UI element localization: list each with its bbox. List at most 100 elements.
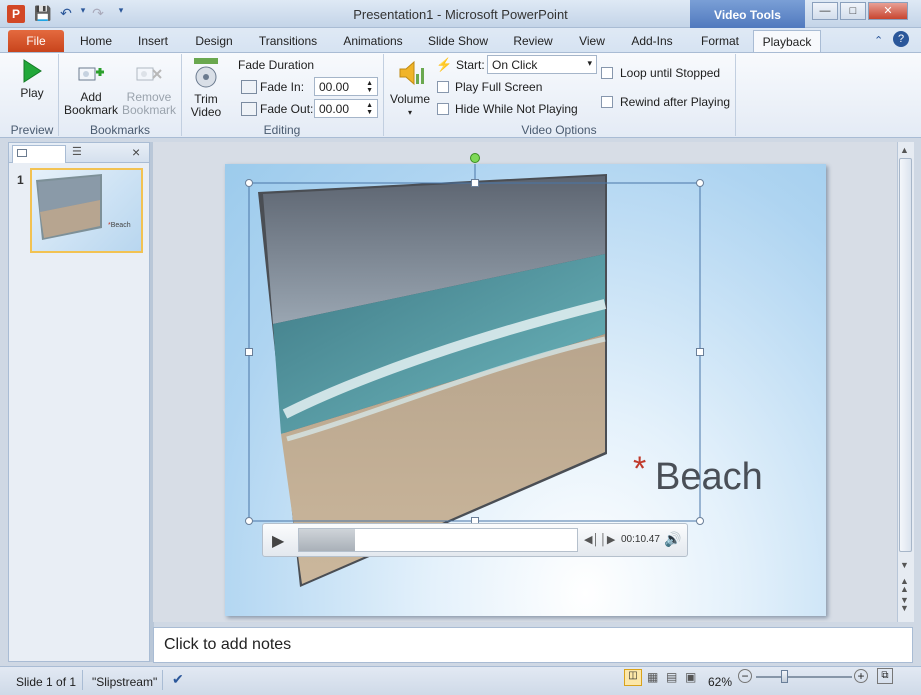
slides-tab-icon (17, 149, 27, 157)
zoom-slider-track[interactable] (756, 676, 852, 678)
normal-view-icon[interactable]: ◫ (624, 669, 642, 686)
tab-animations[interactable]: Animations (336, 30, 410, 52)
help-icon[interactable]: ? (893, 31, 909, 47)
tab-file[interactable]: File (8, 30, 64, 52)
status-separator (82, 670, 83, 690)
resize-handle-top-left[interactable] (245, 179, 253, 187)
tab-review[interactable]: Review (506, 30, 560, 52)
zoom-in-icon[interactable]: + (854, 669, 868, 683)
tab-playback[interactable]: Playback (753, 30, 821, 52)
fade-duration-label: Fade Duration (238, 58, 315, 72)
group-separator (735, 54, 736, 136)
tab-home[interactable]: Home (74, 30, 118, 52)
volume-dropdown-icon: ▾ (407, 108, 412, 117)
tab-transitions[interactable]: Transitions (252, 30, 324, 52)
next-slide-icon[interactable]: ▼ ▼ (900, 596, 909, 613)
tab-design[interactable]: Design (188, 30, 240, 52)
play-icon (23, 59, 42, 83)
play-full-screen-label: Play Full Screen (455, 80, 543, 94)
tab-insert[interactable]: Insert (130, 30, 176, 52)
resize-handle-bottom-right[interactable] (696, 517, 704, 525)
rotate-handle[interactable] (470, 153, 480, 163)
preview-group-label: Preview (10, 123, 54, 137)
fade-in-icon (241, 80, 257, 94)
zoom-slider-thumb[interactable] (781, 670, 788, 683)
rewind-after-playing-label: Rewind after Playing (620, 95, 731, 109)
next-frame-icon[interactable]: │▶ (600, 533, 615, 546)
loop-until-stopped-checkbox[interactable] (601, 67, 613, 79)
volume-button[interactable]: Volume ▾ (388, 56, 432, 119)
outline-tab-icon[interactable]: ☰ (72, 145, 82, 158)
hide-while-not-playing-label: Hide While Not Playing (455, 102, 578, 116)
tab-slide-show[interactable]: Slide Show (422, 30, 494, 52)
notes-pane[interactable]: Click to add notes (153, 627, 913, 663)
title-asterisk: * (633, 450, 647, 488)
play-button[interactable]: Play (14, 58, 50, 100)
zoom-out-icon[interactable]: − (738, 669, 752, 683)
fade-out-field[interactable]: 00.00 ▲ ▼ (314, 99, 378, 118)
fade-in-field[interactable]: 00.00 ▲ ▼ (314, 77, 378, 96)
resize-handle-top-right[interactable] (696, 179, 704, 187)
reading-view-icon[interactable]: ▤ (666, 670, 677, 684)
close-pane-icon[interactable]: × (132, 144, 140, 160)
slide-show-view-icon[interactable]: ▣ (685, 670, 696, 684)
tab-format[interactable]: Format (692, 30, 748, 52)
maximize-button[interactable]: □ (840, 2, 866, 20)
trim-video-button[interactable]: Trim Video (186, 56, 226, 119)
video-progress-fill (299, 529, 355, 551)
spelling-check-icon[interactable]: ✔ (172, 671, 184, 688)
resize-handle-bottom-left[interactable] (245, 517, 253, 525)
remove-bookmark-label: Remove Bookmark (121, 90, 177, 117)
add-bookmark-label: Add Bookmark (63, 90, 119, 117)
resize-handle-right[interactable] (696, 348, 704, 356)
previous-slide-icon[interactable]: ▲ ▲ (900, 577, 909, 594)
zoom-level[interactable]: 62% (708, 675, 732, 689)
minimize-button[interactable]: — (812, 2, 838, 20)
remove-bookmark-icon (136, 67, 162, 81)
collapse-ribbon-icon[interactable]: ⌃ (874, 34, 883, 47)
play-label: Play (20, 86, 44, 100)
rewind-after-playing-checkbox[interactable] (601, 96, 613, 108)
play-full-screen-checkbox[interactable] (437, 81, 449, 93)
slide-indicator: Slide 1 of 1 (16, 675, 77, 689)
tab-slides[interactable] (12, 145, 66, 163)
resize-handle-left[interactable] (245, 348, 253, 356)
add-bookmark-icon (78, 67, 104, 81)
scroll-thumb[interactable] (899, 158, 912, 552)
fit-to-window-icon[interactable]: ⧉ (877, 668, 893, 684)
previous-frame-icon[interactable]: ◀│ (584, 533, 599, 546)
group-separator (58, 54, 59, 136)
fade-out-icon (241, 102, 257, 116)
video-time: 00:10.47 (621, 534, 660, 545)
remove-bookmark-button[interactable]: Remove Bookmark (121, 60, 177, 117)
hide-while-not-playing-checkbox[interactable] (437, 103, 449, 115)
volume-icon (399, 60, 424, 86)
editing-group-label: Editing (263, 123, 301, 137)
tab-view[interactable]: View (570, 30, 614, 52)
resize-handle-top[interactable] (471, 179, 479, 187)
scroll-down-icon[interactable]: ▼ (900, 560, 909, 570)
status-separator (162, 670, 163, 690)
close-button[interactable]: ✕ (868, 2, 908, 20)
loop-until-stopped-label: Loop until Stopped (620, 66, 721, 80)
slide-thumbnail[interactable] (30, 168, 143, 253)
start-icon: ⚡ (436, 57, 453, 72)
thumb-title: *Beach (108, 222, 131, 229)
volume-label: Volume (389, 92, 431, 106)
slide-number: 1 (17, 173, 24, 187)
start-select[interactable]: On Click ▾ (487, 55, 597, 74)
slide-sorter-icon[interactable]: ▦ (647, 670, 658, 684)
trim-video-icon (194, 58, 218, 88)
video-volume-icon[interactable]: 🔊 (664, 531, 681, 548)
slide-title[interactable]: Beach (655, 456, 763, 499)
bookmarks-group-label: Bookmarks (89, 123, 151, 137)
add-bookmark-button[interactable]: Add Bookmark (63, 60, 119, 117)
video-tools-context-label: Video Tools (690, 0, 805, 28)
video-progress-track[interactable] (298, 528, 578, 552)
fade-in-label: Fade In: (260, 80, 305, 94)
tab-add-ins[interactable]: Add-Ins (624, 30, 680, 52)
scroll-up-icon[interactable]: ▲ (900, 145, 909, 155)
notes-placeholder: Click to add notes (164, 636, 292, 653)
video-play-icon[interactable]: ▶ (272, 531, 284, 551)
trim-video-label: Trim Video (190, 92, 222, 119)
